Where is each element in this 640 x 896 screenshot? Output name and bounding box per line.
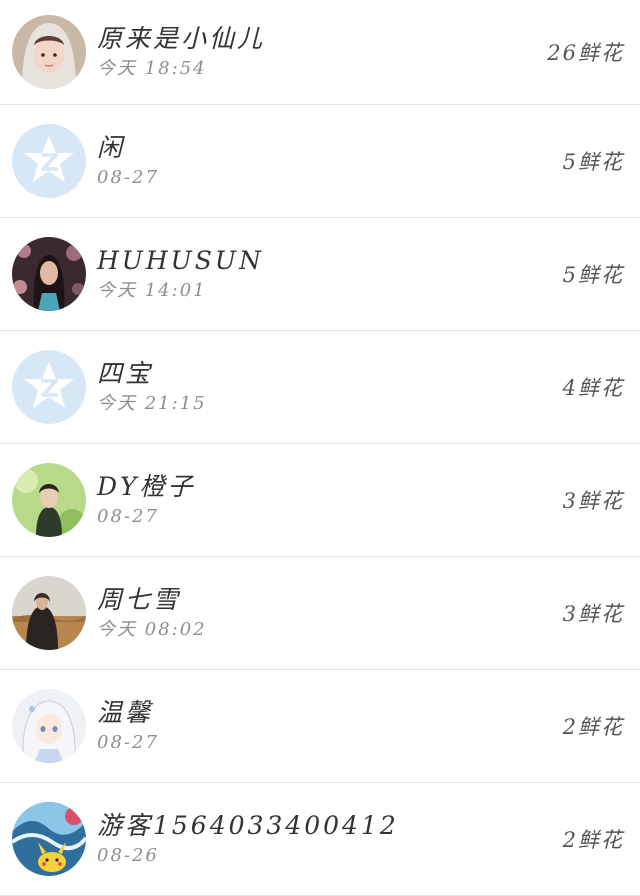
list-item[interactable]: DY橙子 08-27 3鲜花 (0, 444, 640, 557)
flower-count: 5鲜花 (562, 150, 624, 174)
user-name: 原来是小仙儿 (97, 24, 266, 53)
user-name: 周七雪 (97, 585, 182, 614)
user-name: 四宝 (97, 359, 154, 388)
user-name: DY橙子 (97, 472, 196, 501)
list-item[interactable]: 原来是小仙儿 今天 18:54 26鲜花 (0, 0, 640, 105)
list-item[interactable]: 游客1564033400412 08-26 2鲜花 (0, 783, 640, 896)
list-item[interactable]: 四宝 今天 21:15 4鲜花 (0, 331, 640, 444)
user-name: 游客1564033400412 (97, 811, 399, 840)
flower-count: 2鲜花 (562, 715, 624, 739)
avatar[interactable] (12, 576, 86, 650)
list-item[interactable]: 温馨 08-27 2鲜花 (0, 670, 640, 783)
avatar-photo-girl-headscarf-icon (12, 15, 86, 89)
avatar-pikachu-wave-icon (12, 802, 86, 876)
user-name: HUHUSUN (97, 246, 264, 275)
avatar[interactable] (12, 237, 86, 311)
avatar[interactable] (12, 15, 86, 89)
avatar[interactable] (12, 802, 86, 876)
timestamp: 今天 08:02 (97, 619, 207, 640)
avatar[interactable] (12, 124, 86, 198)
flower-count: 4鲜花 (562, 376, 624, 400)
avatar-photo-woman-field-icon (12, 576, 86, 650)
avatar[interactable] (12, 350, 86, 424)
avatar[interactable] (12, 689, 86, 763)
list-item[interactable]: 闲 08-27 5鲜花 (0, 105, 640, 218)
avatar-photo-boy-green-icon (12, 463, 86, 537)
default-qq-star-icon (12, 124, 86, 198)
user-name: 闲 (97, 133, 126, 162)
default-qq-star-icon (12, 350, 86, 424)
timestamp: 08-27 (97, 167, 159, 188)
list-item[interactable]: HUHUSUN 今天 14:01 5鲜花 (0, 218, 640, 331)
list-item[interactable]: 周七雪 今天 08:02 3鲜花 (0, 557, 640, 670)
flower-count: 3鲜花 (562, 602, 624, 626)
timestamp: 今天 18:54 (97, 58, 207, 79)
flower-count: 2鲜花 (562, 828, 624, 852)
flower-count: 3鲜花 (562, 489, 624, 513)
timestamp: 今天 21:15 (97, 393, 207, 414)
flower-count: 26鲜花 (547, 41, 624, 65)
timestamp: 08-26 (97, 845, 159, 866)
avatar-photo-woman-flowers-icon (12, 237, 86, 311)
user-name: 温馨 (97, 698, 154, 727)
timestamp: 今天 14:01 (97, 280, 207, 301)
timestamp: 08-27 (97, 506, 159, 527)
flower-ranking-list: 原来是小仙儿 今天 18:54 26鲜花 闲 08-27 5鲜花 HUHUSUN… (0, 0, 640, 896)
flower-count: 5鲜花 (562, 263, 624, 287)
avatar-anime-girl-white-hair-icon (12, 689, 86, 763)
avatar[interactable] (12, 463, 86, 537)
timestamp: 08-27 (97, 732, 159, 753)
